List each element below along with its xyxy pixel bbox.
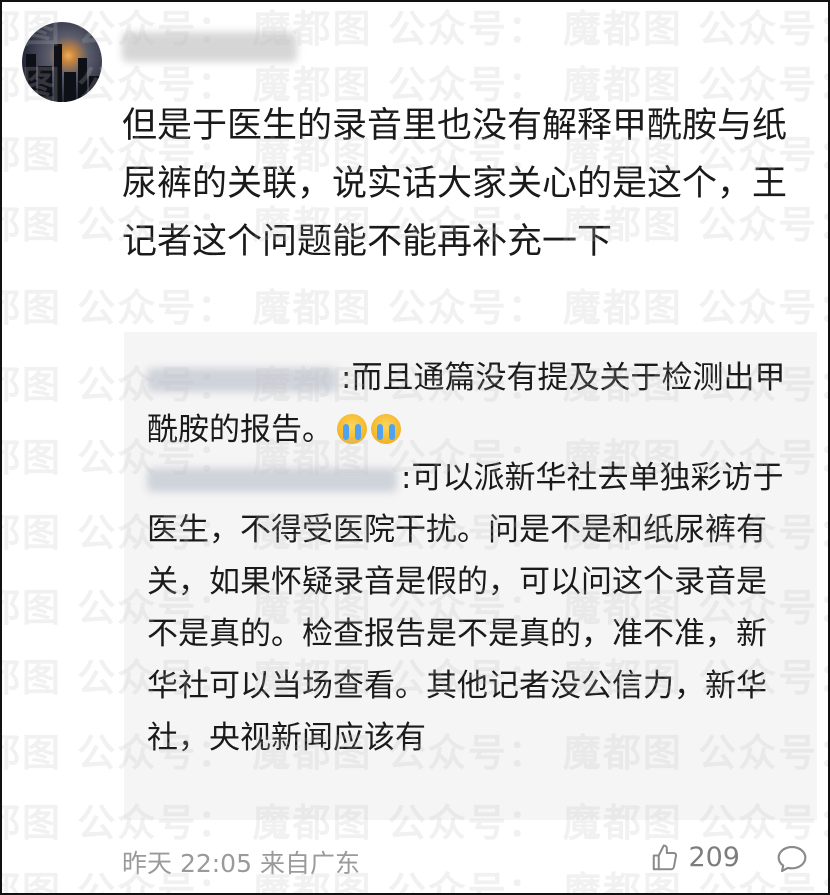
- reply-text: :可以派新华社去单独彩访于医生，不得受医院干扰。问是不是和纸尿裤有关，如果怀疑录…: [147, 460, 784, 756]
- reply-2[interactable]: :可以派新华社去单独彩访于医生，不得受医院干扰。问是不是和纸尿裤有关，如果怀疑录…: [147, 452, 787, 764]
- avatar[interactable]: [22, 22, 102, 102]
- like-count: 209: [688, 842, 740, 873]
- comment-bubble-icon: [777, 845, 807, 873]
- watermark-row: 魔都图 公众号： 魔都图 公众号： 魔都图 公众号： 魔都图 公众号： 魔都图 …: [2, 286, 828, 330]
- reply-author-blurred[interactable]: [147, 367, 337, 392]
- username-blurred[interactable]: [122, 32, 297, 62]
- crying-face-icon: [337, 414, 367, 444]
- thumbs-up-icon: [653, 844, 678, 870]
- timestamp-location: 昨天 22:05 来自广东: [122, 849, 360, 878]
- comment-footer: 昨天 22:05 来自广东 209: [122, 842, 812, 882]
- reply-author-blurred[interactable]: [147, 467, 397, 492]
- comment-button[interactable]: [776, 844, 808, 880]
- crying-face-icon: [371, 414, 401, 444]
- like-button[interactable]: 209: [650, 842, 740, 873]
- comment-text: 但是于医生的录音里也没有解释甲酰胺与纸尿裤的关联，说实话大家关心的是这个，王记者…: [122, 106, 788, 262]
- comment-card: 但是于医生的录音里也没有解释甲酰胺与纸尿裤的关联，说实话大家关心的是这个，王记者…: [0, 0, 830, 895]
- reply-1[interactable]: :而且通篇没有提及关于检测出甲酰胺的报告。: [147, 352, 787, 456]
